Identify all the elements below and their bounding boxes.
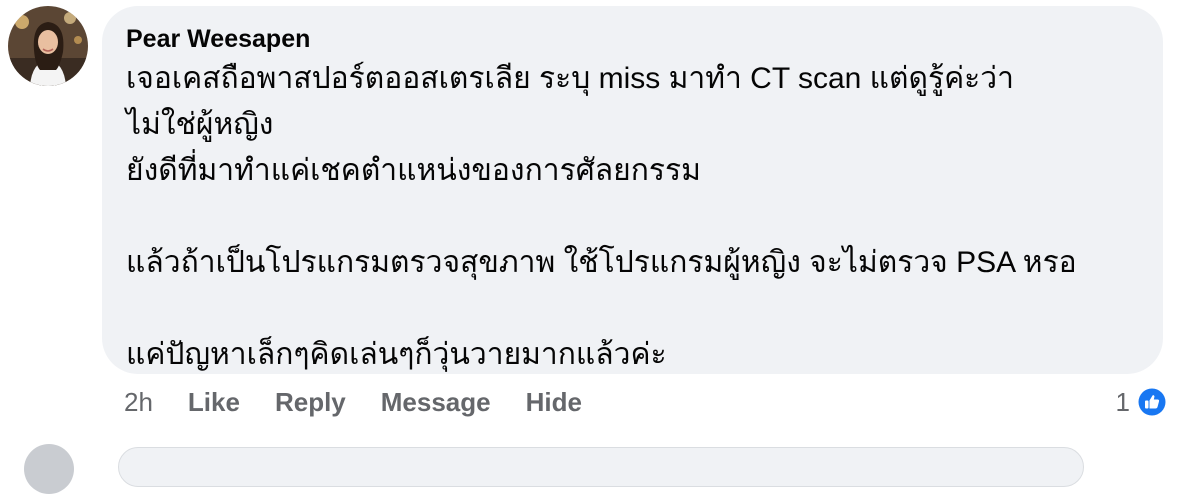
comment-text-line: เจอเคสถือพาสปอร์ตออสเตรเลีย ระบุ miss มา… <box>126 62 1014 95</box>
comment-text-line: แล้วถ้าเป็นโปรแกรมตรวจสุขภาพ ใช้โปรแกรมผ… <box>126 246 1077 279</box>
comment-text-line: ยังดีที่มาทำแค่เชคตำแหน่งของการศัลยกรรม <box>126 154 701 187</box>
like-button[interactable]: Like <box>188 387 240 418</box>
message-button[interactable]: Message <box>381 387 491 418</box>
hide-button[interactable]: Hide <box>526 387 582 418</box>
reply-button[interactable]: Reply <box>275 387 346 418</box>
comment-actions: 2h Like Reply Message Hide <box>124 384 617 420</box>
author-avatar[interactable] <box>8 6 88 86</box>
comment-timestamp[interactable]: 2h <box>124 387 153 418</box>
comment-text-line: ไม่ใช่ผู้หญิง <box>126 108 274 141</box>
next-comment-avatar <box>24 444 74 494</box>
reaction-count: 1 <box>1115 386 1130 417</box>
comment-author[interactable]: Pear Weesapen <box>126 24 1139 54</box>
thumbs-up-icon <box>1136 386 1168 418</box>
comment-text-line: แค่ปัญหาเล็กๆคิดเล่นๆก็วุ่นวายมากแล้วค่ะ <box>126 338 667 371</box>
comment-bubble: Pear Weesapen เจอเคสถือพาสปอร์ตออสเตรเลี… <box>102 6 1163 374</box>
next-comment-bubble <box>118 447 1084 487</box>
reaction-summary[interactable]: 1 <box>1116 384 1168 420</box>
